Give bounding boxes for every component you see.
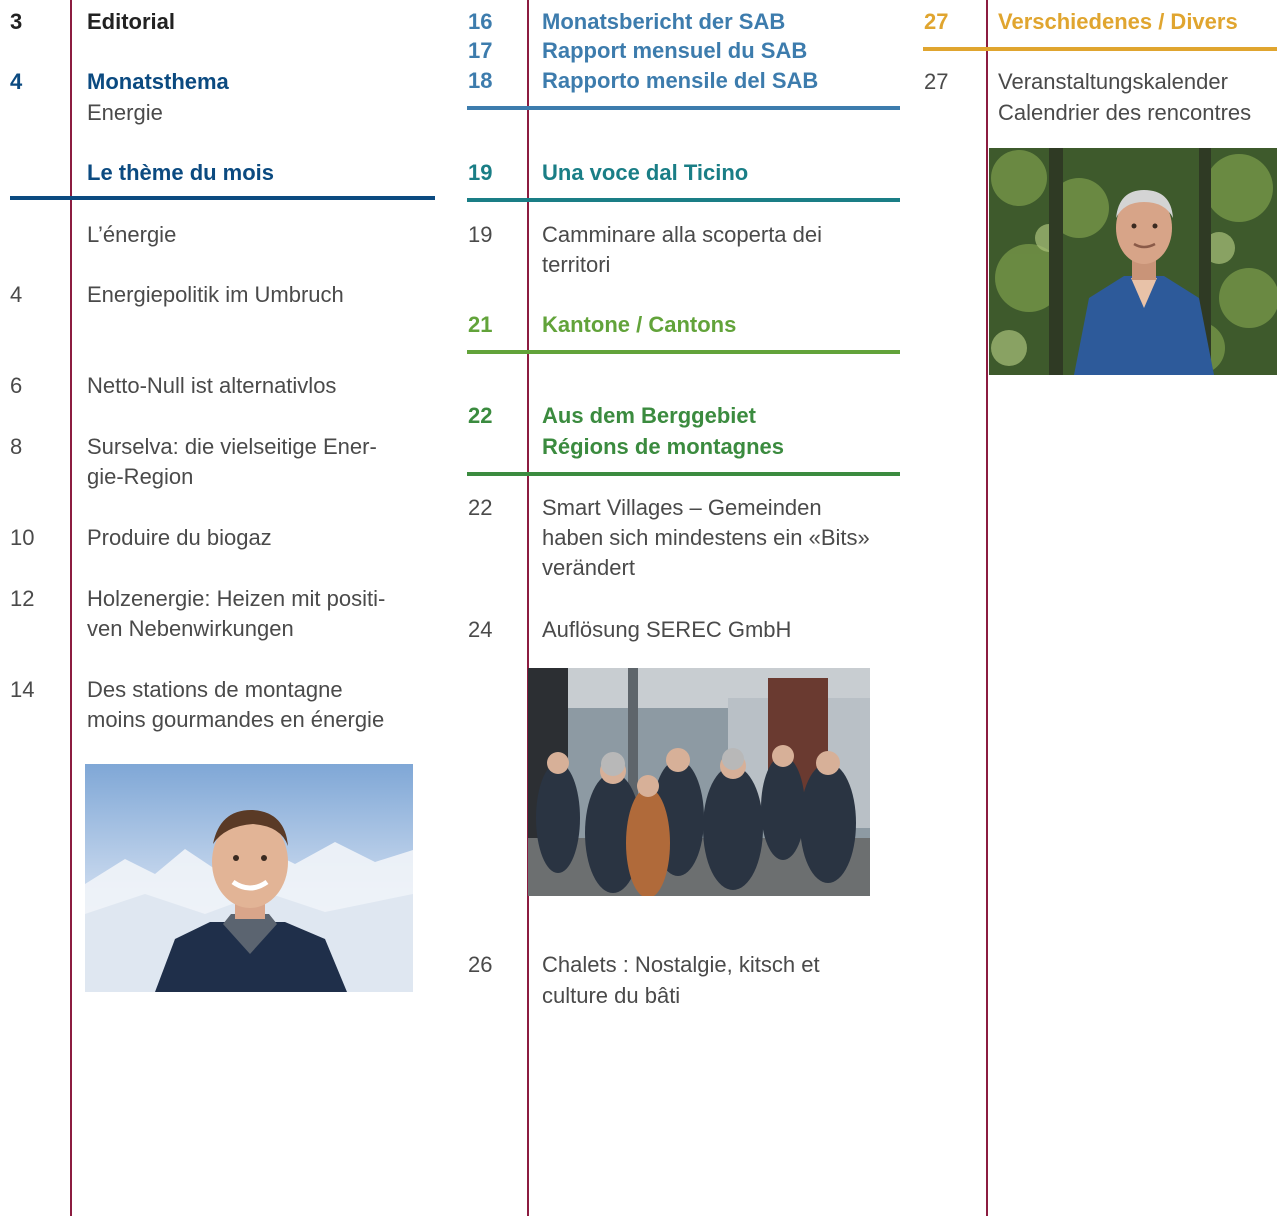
section-subtitle: Energie (87, 100, 163, 125)
toc-item-title: Auflösung SEREC GmbH (542, 617, 792, 642)
toc-item-title: Veranstaltungskalender (998, 69, 1228, 94)
section-divider (467, 350, 900, 354)
toc-item-title: moins gourmandes en énergie (87, 707, 385, 732)
toc-item-title: Energiepolitik im Umbruch (87, 282, 344, 307)
page-number: 4 (10, 282, 23, 307)
section-title-monatsbericht[interactable]: Monatsbericht der SAB (542, 7, 785, 37)
page-number: 16 (468, 9, 493, 34)
toc-item-title: Chalets : Nostalgie, kitsch et (542, 952, 820, 977)
portrait-photo (85, 764, 413, 992)
page-number: 27 (924, 69, 949, 94)
toc-item-title: Netto-Null ist alternativlos (87, 373, 337, 398)
portrait-photo (989, 148, 1277, 375)
page-number: 24 (468, 617, 493, 642)
page-number: 22 (468, 403, 493, 428)
page-number: 3 (10, 9, 23, 34)
toc-item-title: Calendrier des rencontres (998, 100, 1252, 125)
section-divider (923, 47, 1277, 51)
column-rule-2 (527, 0, 529, 1216)
toc-item-title: Holzenergie: Heizen mit positi- (87, 586, 386, 611)
section-divider (467, 106, 900, 110)
section-title-rapport-mensuel[interactable]: Rapport mensuel du SAB (542, 36, 807, 66)
page-number: 27 (924, 9, 949, 34)
section-title-monatsthema[interactable]: Monatsthema (87, 67, 229, 97)
toc-item-title: culture du bâti (542, 983, 681, 1008)
page-number: 12 (10, 586, 35, 611)
section-title-ticino[interactable]: Una voce dal Ticino (542, 158, 748, 188)
page-number: 18 (468, 68, 493, 93)
section-title-rapporto-mensile[interactable]: Rapporto mensile del SAB (542, 66, 818, 96)
toc-item-title: territori (542, 252, 611, 277)
page-number: 14 (10, 677, 35, 702)
group-photo (528, 668, 870, 896)
page-number: 22 (468, 495, 493, 520)
page-number: 26 (468, 952, 493, 977)
column-rule-3 (986, 0, 988, 1216)
section-title-theme-du-mois[interactable]: Le thème du mois (87, 158, 274, 188)
section-title-verschiedenes[interactable]: Verschiedenes / Divers (998, 7, 1238, 37)
page-number: 8 (10, 434, 23, 459)
page-number: 21 (468, 312, 493, 337)
section-title-kantone[interactable]: Kantone / Cantons (542, 310, 736, 340)
page-number: 17 (468, 38, 493, 63)
column-rule-1 (70, 0, 72, 1216)
toc-item-title: Camminare alla scoperta dei (542, 222, 823, 247)
page-number: 19 (468, 222, 493, 247)
portrait-image (989, 148, 1277, 375)
toc-item-title: gie-Region (87, 464, 194, 489)
portrait-image (85, 764, 413, 992)
toc-item-title: Produire du biogaz (87, 525, 272, 550)
section-subtitle: L’énergie (87, 222, 177, 247)
toc-item-title: Smart Villages – Gemeinden (542, 495, 822, 520)
section-title-berggebiet[interactable]: Aus dem Berggebiet (542, 401, 756, 431)
toc-item-title: verändert (542, 555, 635, 580)
page-number: 10 (10, 525, 35, 550)
section-title-regions-montagnes[interactable]: Régions de montagnes (542, 432, 784, 462)
group-image (528, 668, 870, 896)
toc-item-title: haben sich mindestens ein «Bits» (542, 525, 870, 550)
page-number: 6 (10, 373, 23, 398)
section-divider (467, 198, 900, 202)
page-number: 19 (468, 160, 493, 185)
toc-item-title: Des stations de montagne (87, 677, 343, 702)
page-number: 4 (10, 69, 23, 94)
section-title-editorial[interactable]: Editorial (87, 7, 175, 37)
toc-item-title: Surselva: die vielseitige Ener- (87, 434, 377, 459)
section-divider (467, 472, 900, 476)
toc-item-title: ven Nebenwirkungen (87, 616, 294, 641)
section-divider (10, 196, 435, 200)
